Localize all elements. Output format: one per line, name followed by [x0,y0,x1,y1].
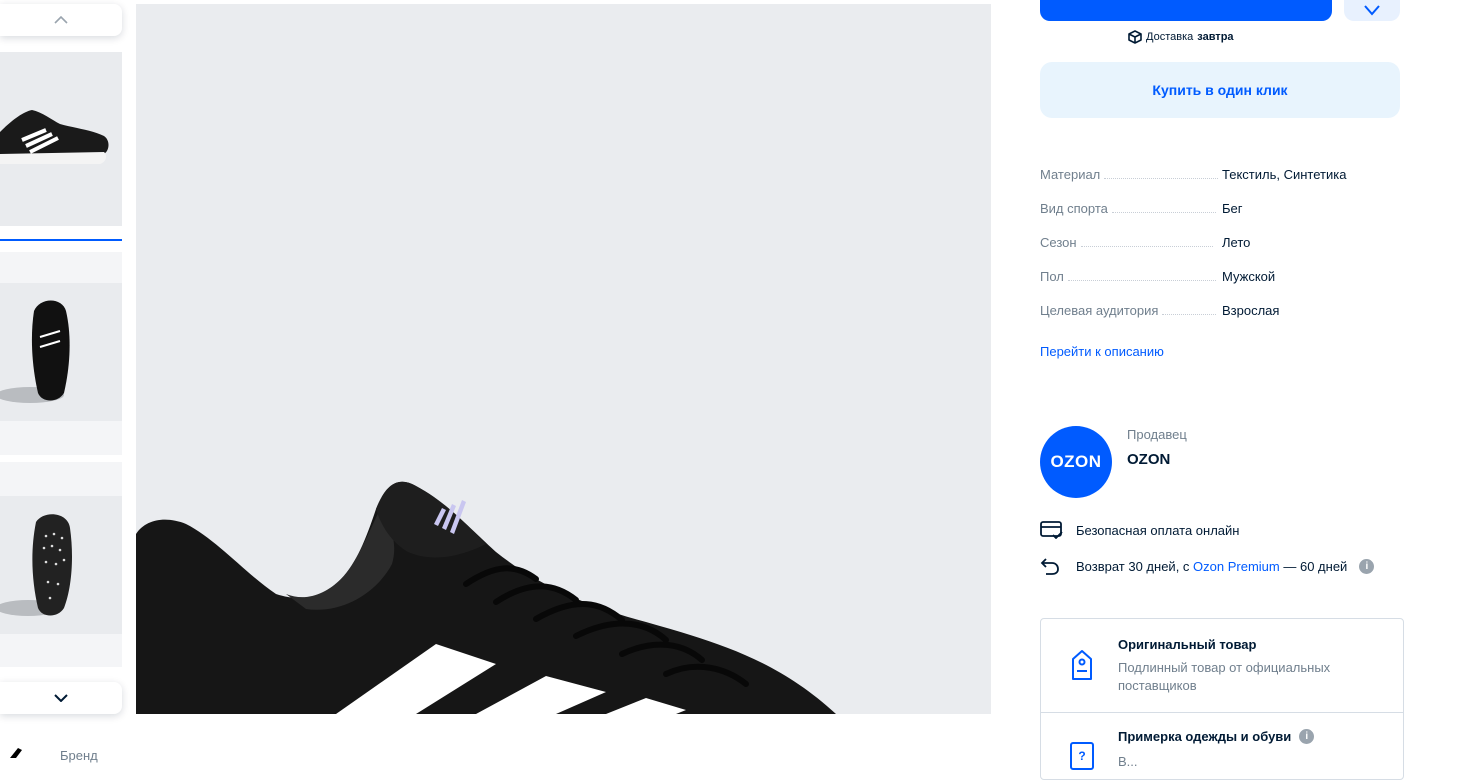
chevron-down-icon [54,694,68,702]
shoe-sole-thumbnail [0,514,72,616]
spec-name: Вид спорта [1040,200,1108,216]
go-to-description-link[interactable]: Перейти к описанию [1040,344,1164,359]
seller-logo-text: OZON [1050,452,1102,471]
delivery-prefix: Доставка [1146,31,1194,43]
spec-row-audience: Целевая аудитория Взрослая [1040,300,1400,320]
return-suffix: — 60 дней [1283,558,1348,574]
fitting-room-icon: ? [1070,742,1094,770]
spec-value: Мужской [1222,268,1276,284]
shoe-main-image [136,481,836,714]
box-icon [1128,30,1142,44]
gallery-thumbnail-2[interactable] [0,252,122,455]
gallery-scroll-up-button[interactable] [0,4,122,36]
delivery-info: Доставка завтра [1128,30,1234,44]
seller-name[interactable]: OZON [1127,451,1170,468]
spec-value: Текстиль, Синтетика [1222,166,1347,182]
chevron-up-icon [54,16,68,24]
spec-dots [1067,279,1216,281]
info-icon[interactable]: i [1359,558,1375,574]
spec-dots [1104,177,1219,179]
heart-icon [1364,5,1380,16]
spec-row-material: Материал Текстиль, Синтетика [1040,164,1400,184]
info-icon[interactable]: i [1299,729,1315,744]
guarantees-box: Оригинальный товар Подлинный товар от оф… [1040,618,1404,780]
shoe-top-thumbnail [0,300,70,403]
card-check-icon [1040,521,1063,539]
gallery-thumbnail-3[interactable] [0,462,122,667]
spec-row-season: Сезон Лето [1040,232,1400,252]
return-prefix: Возврат 30 дней, с [1076,558,1190,574]
seller-caption: Продавец [1127,427,1187,442]
favorite-button[interactable] [1344,0,1400,21]
guarantee-subtitle: Подлинный товар от официальных поставщик… [1118,660,1331,693]
buy-one-click-label: Купить в один клик [1152,82,1288,98]
guarantee-title: Оригинальный товар [1118,637,1257,652]
return-policy-row: Возврат 30 дней, с Ozon Premium — 60 дне… [1040,556,1375,576]
spec-name: Пол [1040,268,1064,284]
guarantee-title-text: Примерка одежды и обуви [1118,729,1292,744]
spec-name: Материал [1040,166,1101,182]
gallery-thumbnail-1[interactable] [0,52,122,226]
ozon-premium-link[interactable]: Ozon Premium [1193,559,1280,574]
active-thumbnail-indicator [0,239,122,241]
spec-name: Целевая аудитория [1040,302,1159,318]
spec-value: Лето [1222,234,1251,250]
brand-label: Бренд [60,748,98,763]
divider [1041,712,1403,713]
return-arrow-icon [1040,558,1059,575]
safe-payment-row: Безопасная оплата онлайн [1040,520,1239,540]
spec-dots [1111,211,1216,213]
gallery-scroll-down-button[interactable] [0,682,122,714]
shoe-side-thumbnail [0,110,109,164]
main-product-image[interactable] [136,4,991,714]
seller-logo[interactable]: OZON [1040,426,1112,498]
spec-name: Сезон [1040,234,1077,250]
spec-dots [1162,313,1217,315]
spec-row-sport: Вид спорта Бег [1040,198,1400,218]
guarantee-subtitle: В... [1118,754,1138,769]
delivery-day: завтра [1197,31,1234,43]
guarantee-title: Примерка одежды и обуви i [1118,729,1315,744]
buy-one-click-button[interactable]: Купить в один клик [1040,62,1400,118]
add-to-cart-button[interactable] [1040,0,1332,21]
brand-logo-icon [10,748,22,758]
spec-row-gender: Пол Мужской [1040,266,1400,286]
spec-value: Бег [1222,200,1243,216]
spec-dots [1080,245,1213,247]
spec-value: Взрослая [1222,302,1280,318]
tag-icon [1072,650,1092,680]
safe-payment-text: Безопасная оплата онлайн [1076,522,1240,538]
svg-text:?: ? [1078,749,1085,763]
